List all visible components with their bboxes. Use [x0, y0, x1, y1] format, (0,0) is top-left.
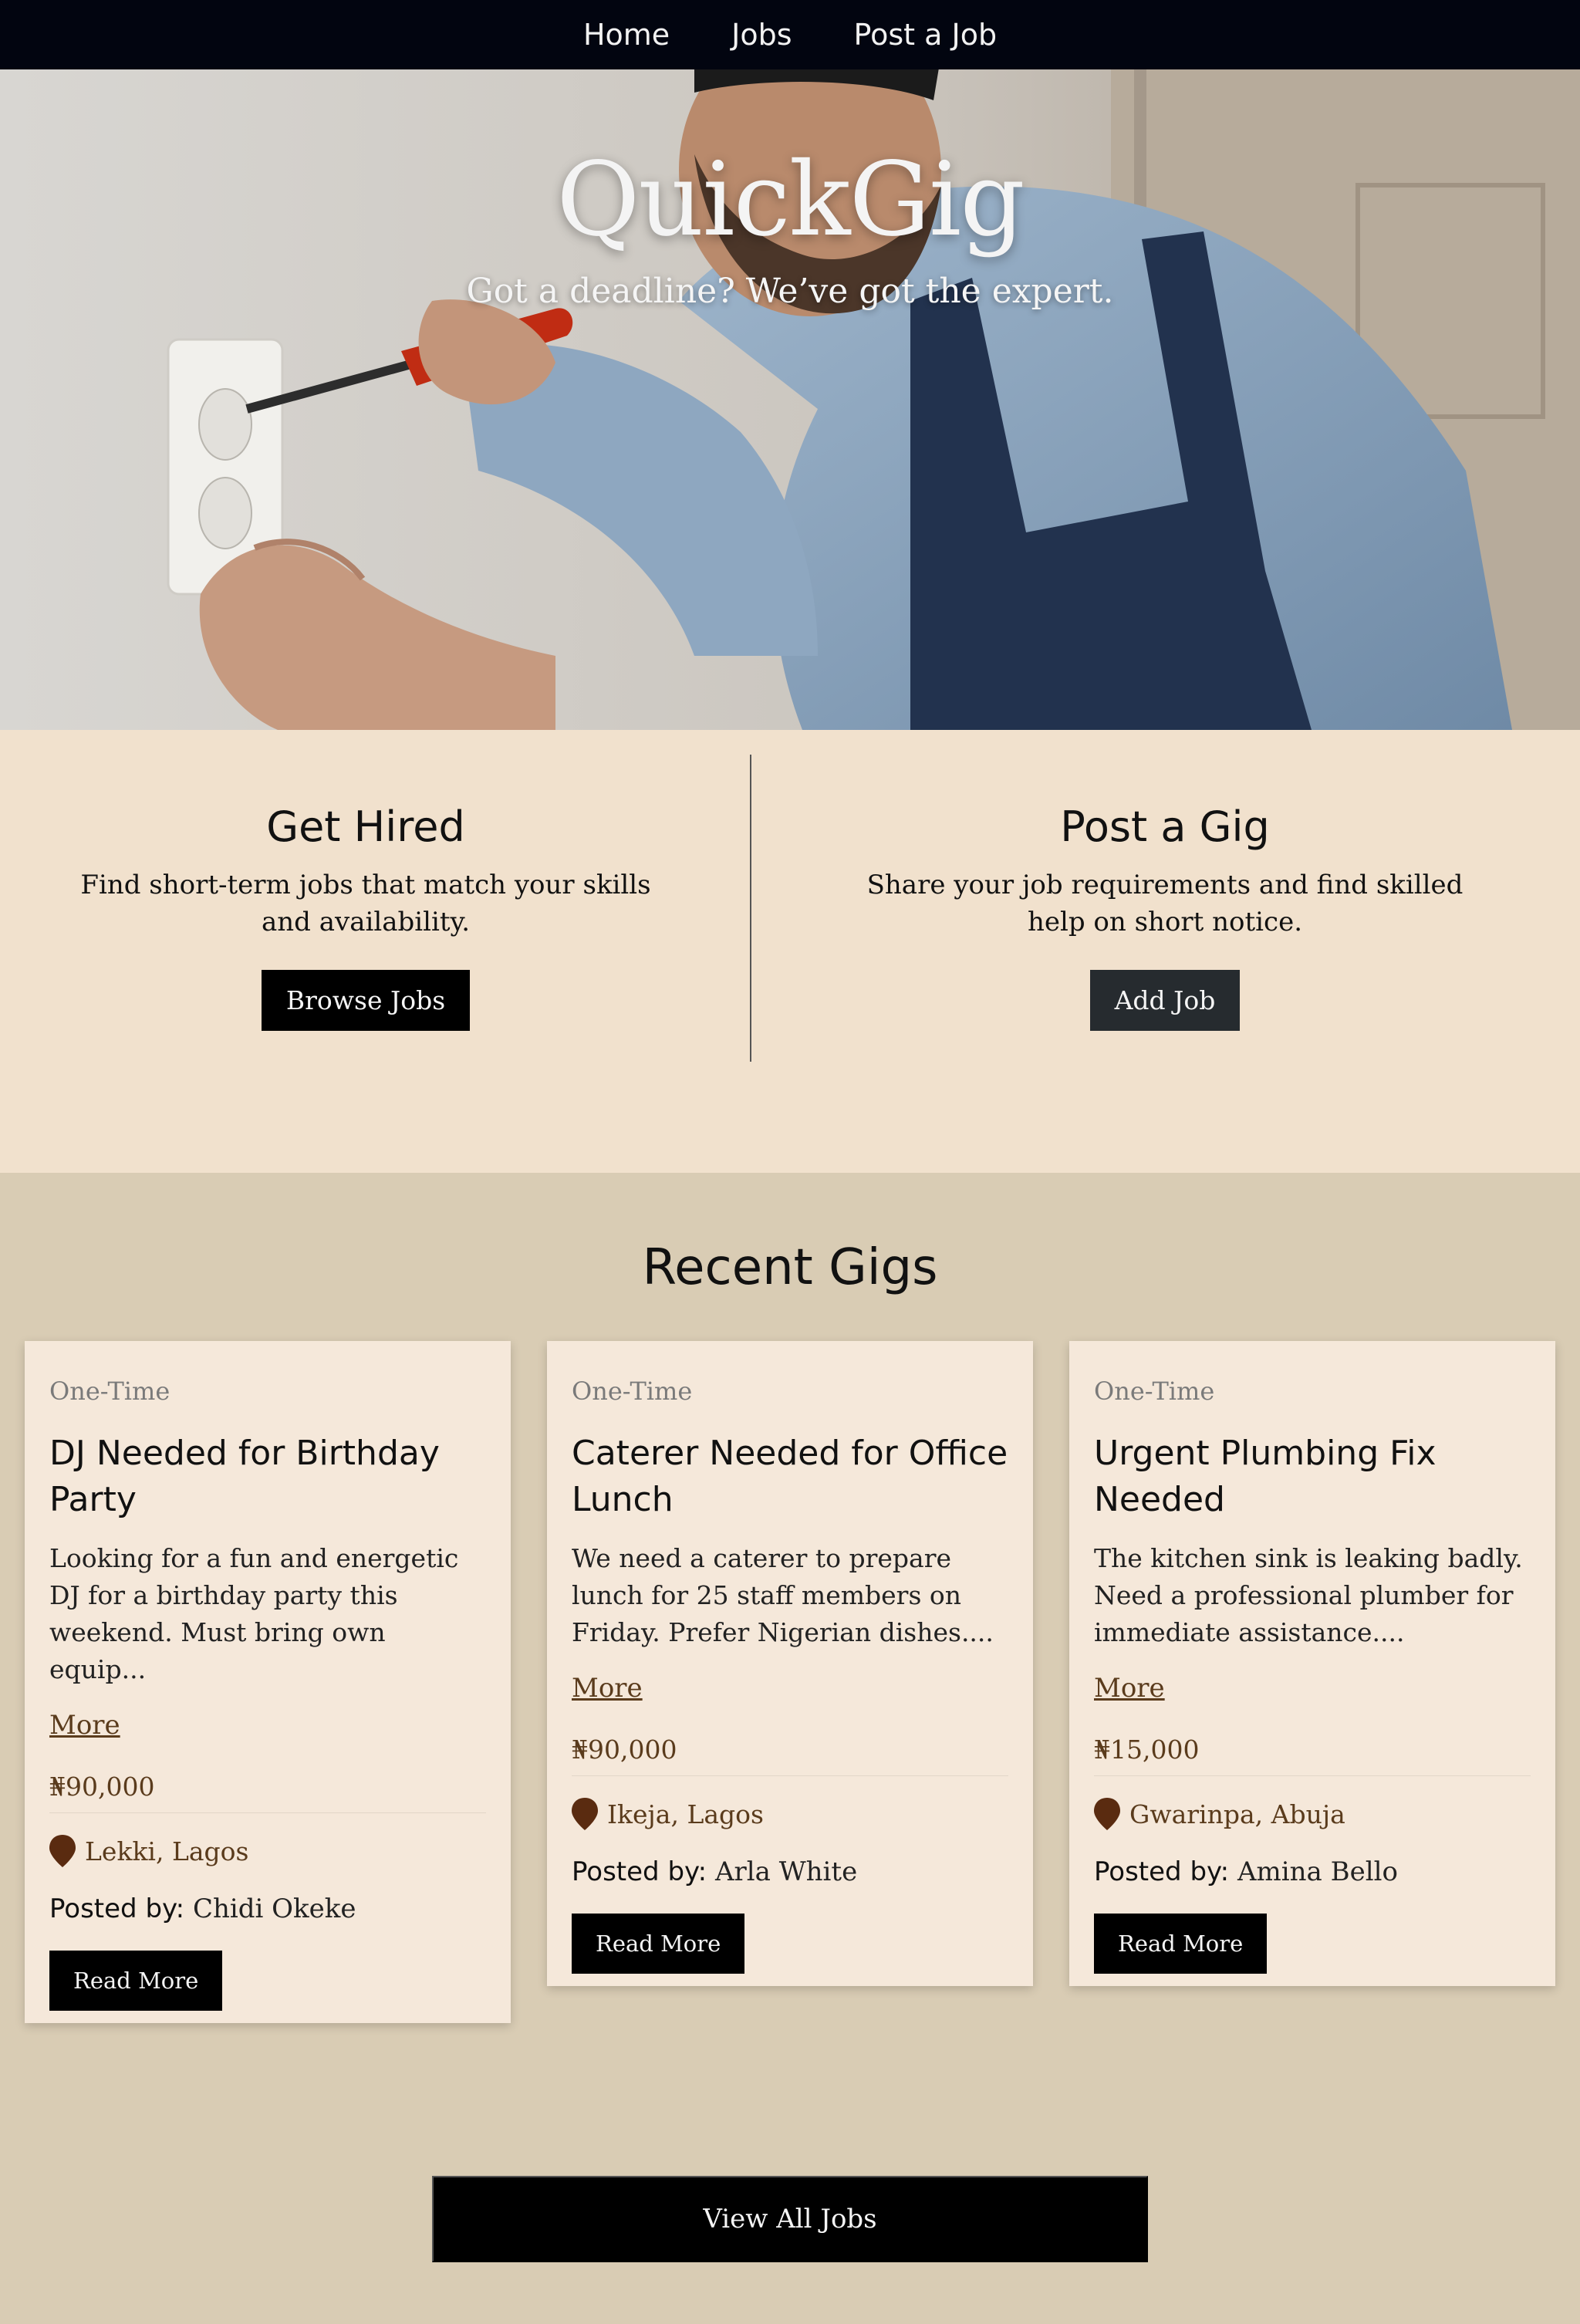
gig-price: ₦90,000 — [572, 1735, 1008, 1776]
hero-banner: QuickGig Got a deadline? We’ve got the e… — [0, 69, 1580, 730]
gig-location: Lekki, Lagos — [49, 1835, 486, 1867]
post-gig-title: Post a Gig — [1060, 802, 1270, 851]
read-more-button[interactable]: Read More — [49, 1951, 223, 2011]
gig-card: One-Time DJ Needed for Birthday Party Lo… — [25, 1341, 511, 2023]
get-hired-text: Find short-term jobs that match your ski… — [80, 870, 651, 937]
top-nav: Home Jobs Post a Job — [0, 0, 1580, 69]
gig-location-text: Gwarinpa, Abuja — [1129, 1799, 1345, 1829]
gig-poster: Chidi Okeke — [192, 1893, 356, 1924]
more-link[interactable]: More — [49, 1710, 120, 1741]
read-more-button[interactable]: Read More — [1094, 1914, 1268, 1974]
posted-by-label: Posted by: — [572, 1856, 707, 1887]
gig-title: Urgent Plumbing Fix Needed — [1094, 1434, 1437, 1519]
hero-subtitle: Got a deadline? We’ve got the expert. — [466, 272, 1114, 311]
gig-location: Ikeja, Lagos — [572, 1798, 1008, 1830]
get-hired-panel: Get Hired Find short-term jobs that matc… — [0, 730, 761, 1031]
hero-title: QuickGig — [556, 140, 1025, 259]
cta-divider — [750, 755, 751, 1062]
nav-post-job-link[interactable]: Post a Job — [854, 18, 998, 52]
nav-jobs-link[interactable]: Jobs — [731, 18, 792, 52]
map-pin-icon — [572, 1798, 598, 1830]
get-hired-title: Get Hired — [266, 802, 465, 851]
gig-location-text: Lekki, Lagos — [85, 1836, 249, 1866]
map-pin-icon — [1094, 1798, 1120, 1830]
gig-card: One-Time Urgent Plumbing Fix Needed The … — [1069, 1341, 1555, 1986]
view-all-jobs-button[interactable]: View All Jobs — [432, 2176, 1148, 2262]
gig-title: DJ Needed for Birthday Party — [49, 1434, 440, 1519]
posted-by-label: Posted by: — [1094, 1856, 1230, 1887]
add-job-button[interactable]: Add Job — [1089, 970, 1241, 1031]
recent-gigs-title: Recent Gigs — [642, 1239, 938, 1296]
browse-jobs-button[interactable]: Browse Jobs — [261, 970, 471, 1031]
map-pin-icon — [49, 1835, 76, 1867]
gig-title: Caterer Needed for Office Lunch — [572, 1434, 1008, 1519]
more-link[interactable]: More — [572, 1673, 643, 1704]
more-link[interactable]: More — [1094, 1673, 1165, 1704]
recent-gigs-section: Recent Gigs One-Time DJ Needed for Birth… — [0, 1173, 1580, 2324]
nav-home-link[interactable]: Home — [583, 18, 670, 52]
cta-section: Get Hired Find short-term jobs that matc… — [0, 730, 1580, 1173]
read-more-button[interactable]: Read More — [572, 1914, 745, 1974]
gig-price: ₦15,000 — [1094, 1735, 1531, 1776]
gig-location-text: Ikeja, Lagos — [607, 1799, 764, 1829]
gig-description: We need a caterer to prepare lunch for 2… — [572, 1543, 994, 1647]
gig-description: Looking for a fun and energetic DJ for a… — [49, 1543, 459, 1684]
posted-by-label: Posted by: — [49, 1893, 185, 1924]
gig-posted-by: Posted by: Chidi Okeke — [49, 1893, 486, 1924]
gig-poster: Arla White — [714, 1856, 858, 1887]
gig-price: ₦90,000 — [49, 1772, 486, 1813]
gig-posted-by: Posted by: Amina Bello — [1094, 1856, 1531, 1887]
gig-poster: Amina Bello — [1237, 1856, 1398, 1887]
gig-description: The kitchen sink is leaking badly. Need … — [1094, 1543, 1523, 1647]
gig-type: One-Time — [1094, 1376, 1215, 1406]
post-gig-text: Share your job requirements and find ski… — [866, 870, 1464, 937]
gig-posted-by: Posted by: Arla White — [572, 1856, 1008, 1887]
gig-location: Gwarinpa, Abuja — [1094, 1798, 1531, 1830]
post-gig-panel: Post a Gig Share your job requirements a… — [770, 730, 1560, 1031]
gig-type: One-Time — [572, 1376, 693, 1406]
gig-type: One-Time — [49, 1376, 170, 1406]
gig-card: One-Time Caterer Needed for Office Lunch… — [547, 1341, 1033, 1986]
